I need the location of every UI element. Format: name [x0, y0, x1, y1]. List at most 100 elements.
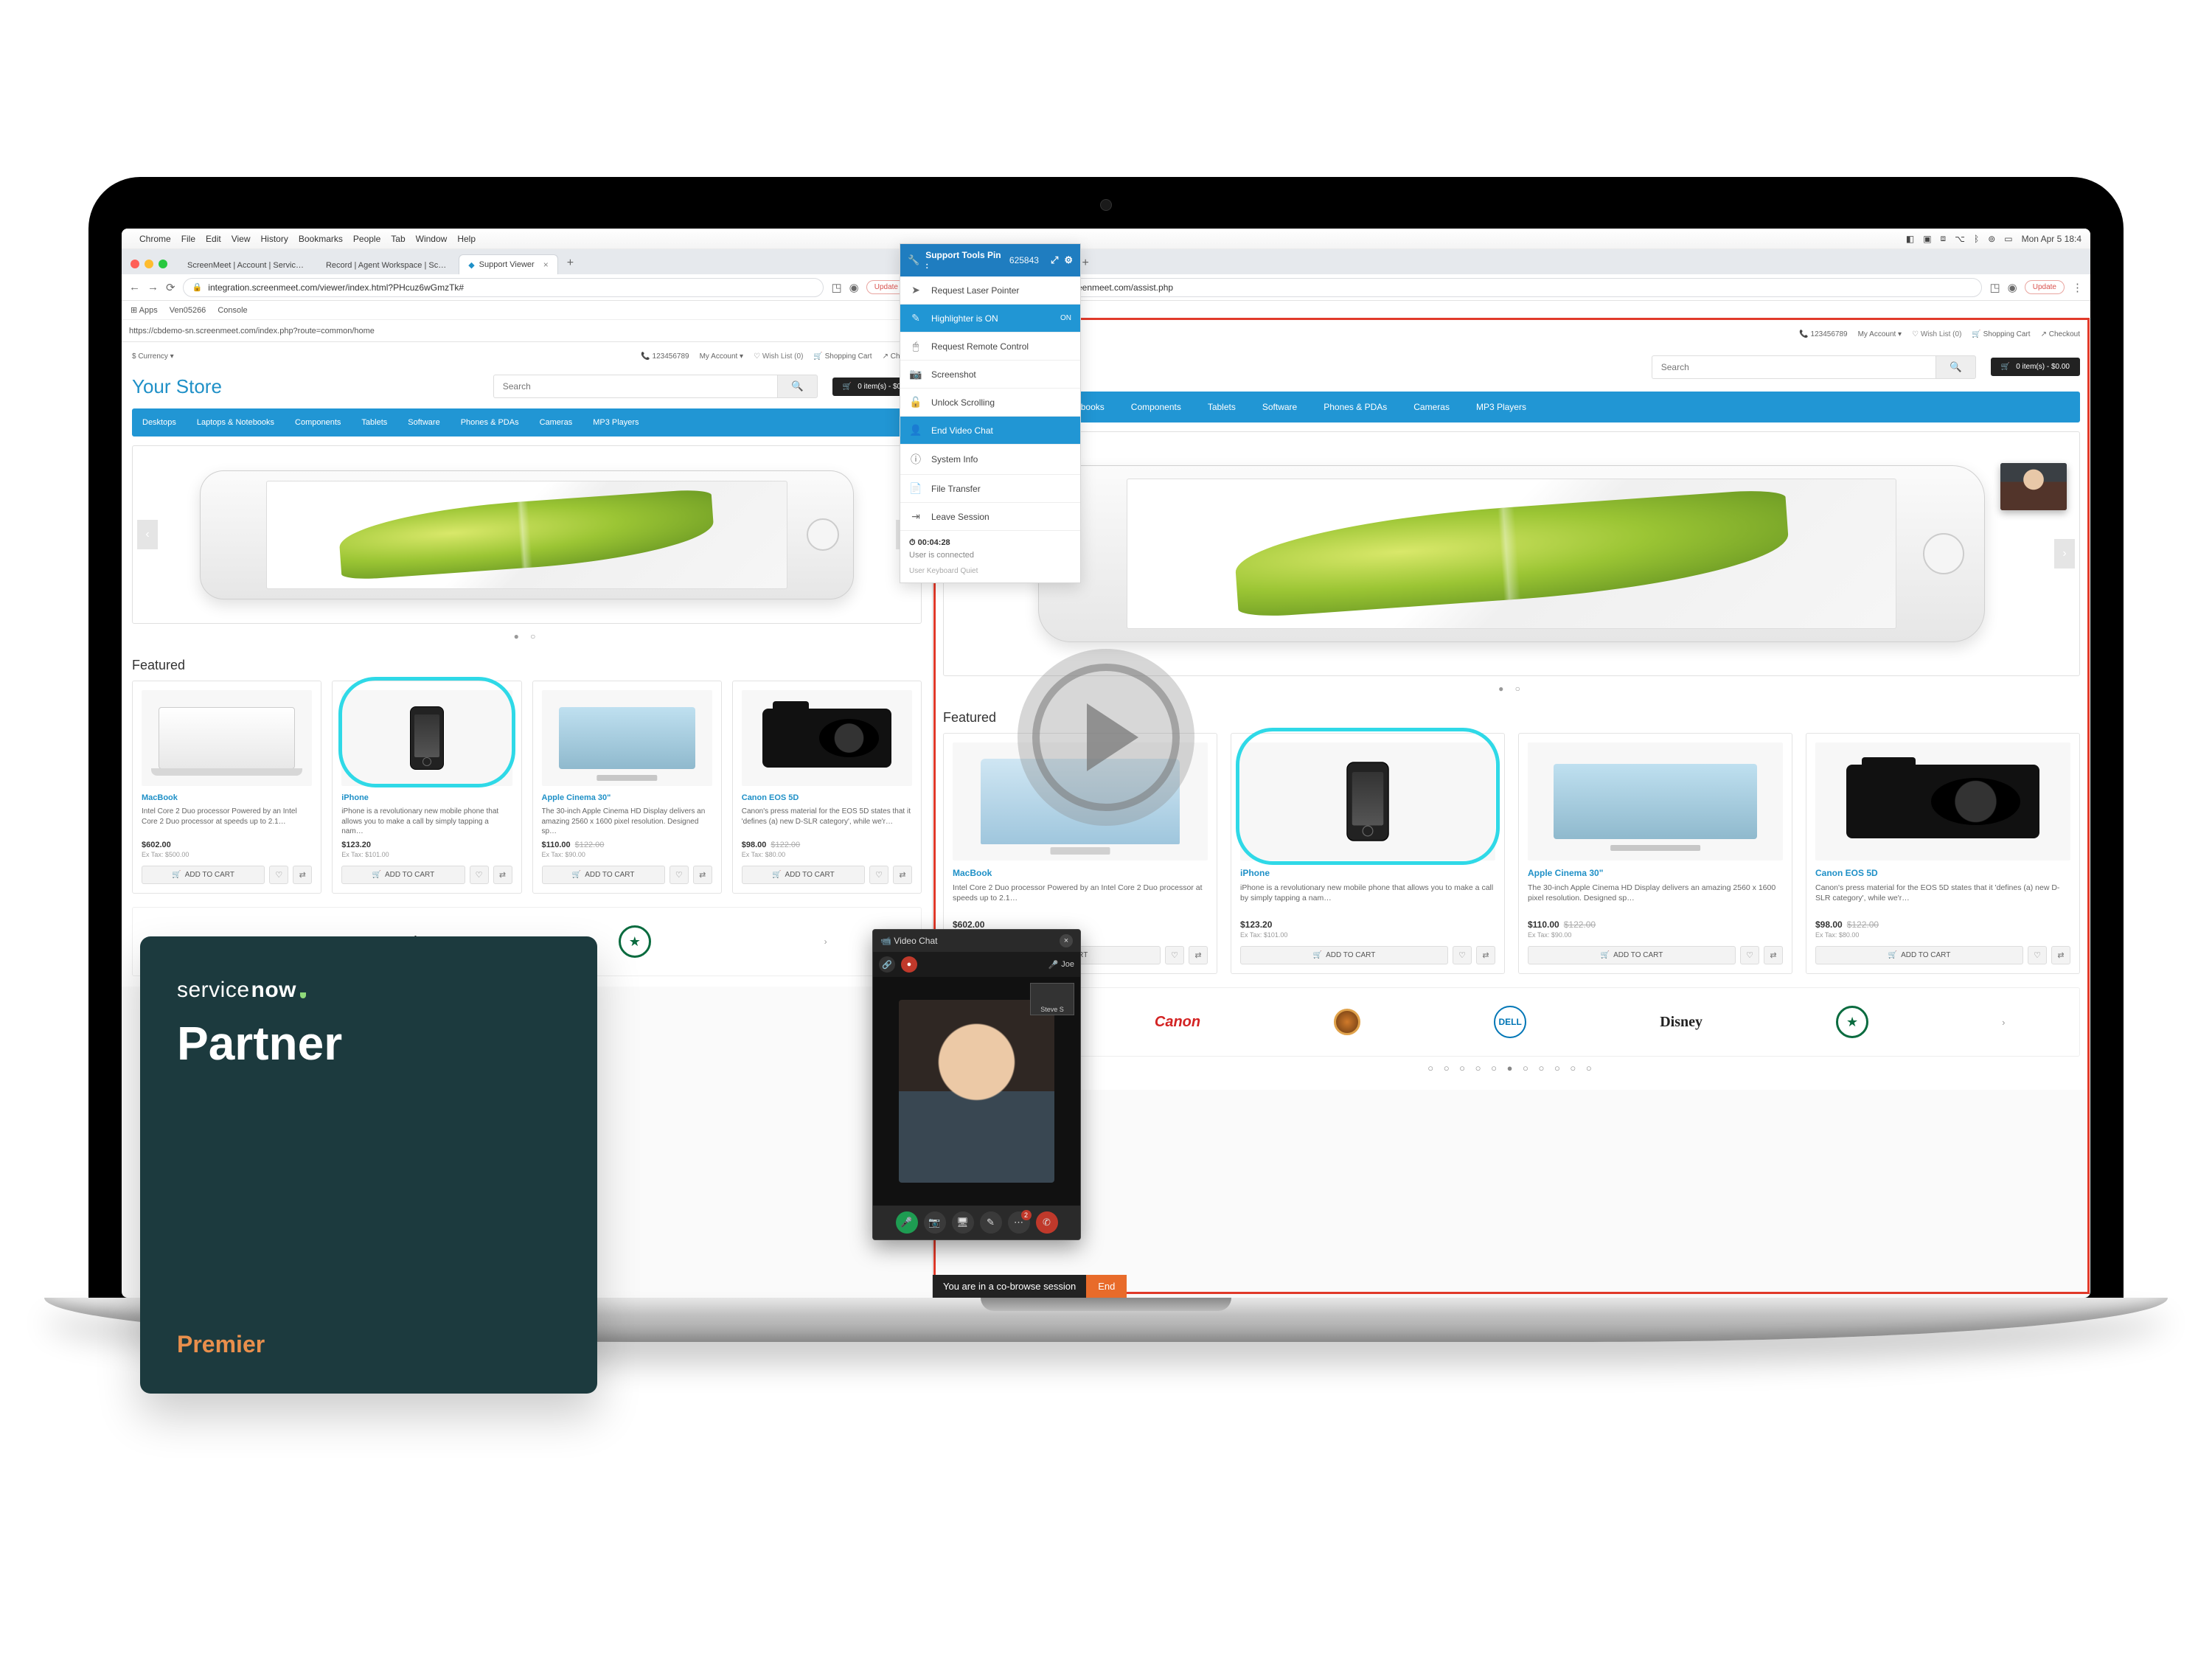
- wishlist-icon[interactable]: ♡: [1740, 946, 1759, 964]
- compare-icon[interactable]: ⇄: [1189, 946, 1208, 964]
- pip-video-thumbnail[interactable]: [2000, 463, 2067, 510]
- tool-laser-pointer[interactable]: ➤Request Laser Pointer: [900, 276, 1080, 305]
- menubar-item[interactable]: Help: [457, 234, 476, 244]
- nav-item[interactable]: Tablets: [351, 408, 397, 437]
- tool-leave-session[interactable]: ⇥Leave Session: [900, 503, 1080, 531]
- close-icon[interactable]: ×: [543, 260, 549, 270]
- brand-logo-canon[interactable]: Canon: [1155, 1014, 1200, 1031]
- store-logo[interactable]: Your Store: [132, 375, 222, 398]
- brand-logo-disney[interactable]: Disney: [1660, 1014, 1703, 1031]
- browser-tab[interactable]: ScreenMeet | Account | Servic…: [178, 256, 313, 274]
- tool-highlighter[interactable]: ✎Highlighter is ONON: [900, 305, 1080, 333]
- panel-header[interactable]: 🔧 Support Tools Pin : 625843 ⤢ ⚙: [900, 244, 1080, 276]
- reload-icon[interactable]: ⟳: [166, 281, 175, 294]
- nav-item[interactable]: Components: [285, 408, 351, 437]
- checkout-link[interactable]: ↗ Checkout: [2041, 330, 2080, 338]
- tool-end-video-chat[interactable]: 👤End Video Chat: [900, 417, 1080, 445]
- record-icon[interactable]: ●: [901, 956, 917, 973]
- expand-icon[interactable]: ⤢: [1051, 254, 1058, 266]
- currency-selector[interactable]: $ Currency ▾: [132, 352, 174, 361]
- browser-tab-active[interactable]: ◆Support Viewer×: [459, 254, 558, 274]
- nav-item[interactable]: Laptops & Notebooks: [187, 408, 285, 437]
- carousel-next-icon[interactable]: ›: [824, 936, 827, 947]
- product-card[interactable]: MacBook Intel Core 2 Duo processor Power…: [132, 681, 321, 894]
- nav-item[interactable]: Software: [397, 408, 450, 437]
- wishlist-icon[interactable]: ♡: [1453, 946, 1472, 964]
- bookmark-item[interactable]: Ven05266: [170, 306, 206, 315]
- wishlist-icon[interactable]: ♡: [2028, 946, 2047, 964]
- menubar-item[interactable]: Tab: [391, 234, 405, 244]
- menubar-item[interactable]: History: [261, 234, 288, 244]
- battery-icon[interactable]: ▭: [2004, 234, 2012, 244]
- mic-button[interactable]: 🎤: [896, 1211, 918, 1234]
- extension-icon[interactable]: ◳: [831, 281, 841, 294]
- self-video-pip[interactable]: Steve S: [1030, 983, 1074, 1015]
- brand-logo-harley[interactable]: [1334, 1009, 1360, 1035]
- extension-icon[interactable]: ◳: [1989, 281, 2000, 294]
- search-input[interactable]: [493, 375, 777, 398]
- wishlist-icon[interactable]: ♡: [269, 866, 288, 884]
- status-icon[interactable]: ⌥: [1955, 234, 1965, 244]
- tool-screenshot[interactable]: 📷Screenshot: [900, 361, 1080, 389]
- tool-file-transfer[interactable]: 📄File Transfer: [900, 475, 1080, 503]
- carousel-next-icon[interactable]: ›: [2002, 1017, 2005, 1028]
- my-account-link[interactable]: My Account ▾: [700, 352, 744, 361]
- menubar-item[interactable]: People: [353, 234, 380, 244]
- wifi-icon[interactable]: ⊚: [1988, 234, 1995, 244]
- browser-tab[interactable]: Record | Agent Workspace | Sc…: [316, 256, 456, 274]
- add-to-cart-button[interactable]: 🛒 ADD TO CART: [1528, 946, 1736, 964]
- bookmark-item[interactable]: Console: [218, 306, 247, 315]
- carousel-dots[interactable]: ○ ○ ○ ○ ○ ● ○ ○ ○ ○ ○: [943, 1057, 2080, 1079]
- compare-icon[interactable]: ⇄: [2051, 946, 2070, 964]
- carousel-prev-icon[interactable]: ‹: [137, 520, 158, 549]
- search-button[interactable]: 🔍: [777, 375, 818, 398]
- new-tab-button[interactable]: +: [561, 252, 580, 274]
- compare-icon[interactable]: ⇄: [893, 866, 912, 884]
- add-to-cart-button[interactable]: 🛒 ADD TO CART: [542, 866, 665, 884]
- my-account-link[interactable]: My Account ▾: [1858, 330, 1902, 338]
- compare-icon[interactable]: ⇄: [1764, 946, 1783, 964]
- back-icon[interactable]: ←: [129, 281, 140, 293]
- address-bar[interactable]: 🔒integration.screenmeet.com/viewer/index…: [183, 278, 824, 297]
- address-bar[interactable]: 🔒cbdemo-sn.screenmeet.com/assist.php: [994, 278, 1983, 297]
- window-controls[interactable]: [131, 260, 167, 268]
- screen-share-button[interactable]: 🖥: [952, 1211, 974, 1234]
- nav-item[interactable]: Cameras: [529, 408, 583, 437]
- settings-icon[interactable]: ⚙: [1064, 254, 1073, 266]
- embedded-url-bar[interactable]: https://cbdemo-sn.screenmeet.com/index.p…: [122, 320, 932, 342]
- compare-icon[interactable]: ⇄: [1476, 946, 1495, 964]
- menubar-item[interactable]: View: [232, 234, 251, 244]
- menubar-item[interactable]: Bookmarks: [299, 234, 343, 244]
- nav-item[interactable]: Components: [1118, 392, 1194, 422]
- link-icon[interactable]: 🔗: [879, 956, 895, 973]
- product-card[interactable]: iPhone iPhone is a revolutionary new mob…: [332, 681, 521, 894]
- draw-button[interactable]: ✎: [980, 1211, 1002, 1234]
- wishlist-link[interactable]: ♡ Wish List (0): [1912, 330, 1961, 338]
- carousel-next-icon[interactable]: ›: [2054, 539, 2075, 568]
- search-button[interactable]: 🔍: [1935, 355, 1976, 379]
- apps-shortcut[interactable]: ⊞ Apps: [131, 305, 158, 315]
- menubar-item[interactable]: Window: [416, 234, 448, 244]
- status-icon[interactable]: ◧: [1906, 234, 1914, 244]
- brand-logo-dell[interactable]: DELL: [1494, 1006, 1526, 1038]
- add-to-cart-button[interactable]: 🛒 ADD TO CART: [142, 866, 265, 884]
- extension-icon[interactable]: ◉: [2008, 281, 2017, 294]
- product-card[interactable]: Canon EOS 5D Canon's press material for …: [732, 681, 922, 894]
- nav-item[interactable]: Software: [1249, 392, 1310, 422]
- compare-icon[interactable]: ⇄: [693, 866, 712, 884]
- compare-icon[interactable]: ⇄: [293, 866, 312, 884]
- hangup-button[interactable]: ✆: [1036, 1211, 1058, 1234]
- clock[interactable]: Mon Apr 5 18:4: [2022, 234, 2081, 244]
- close-icon[interactable]: ×: [1060, 934, 1073, 947]
- video-chat-window[interactable]: 📹 Video Chat × 🔗 ● 🎤 Joe Steve S 🎤: [872, 929, 1081, 1240]
- forward-icon[interactable]: →: [147, 281, 159, 293]
- product-card[interactable]: Apple Cinema 30" The 30-inch Apple Cinem…: [1518, 733, 1792, 974]
- wishlist-icon[interactable]: ♡: [1165, 946, 1184, 964]
- extension-icon[interactable]: ◉: [849, 281, 859, 294]
- status-icon[interactable]: ⧈: [1941, 233, 1947, 244]
- cart-button[interactable]: 🛒 0 item(s) - $0.00: [1991, 358, 2080, 376]
- update-button[interactable]: Update: [2025, 280, 2065, 294]
- tool-system-info[interactable]: ⓘSystem Info: [900, 445, 1080, 475]
- tool-unlock-scrolling[interactable]: 🔓Unlock Scrolling: [900, 389, 1080, 417]
- camera-button[interactable]: 📷: [924, 1211, 946, 1234]
